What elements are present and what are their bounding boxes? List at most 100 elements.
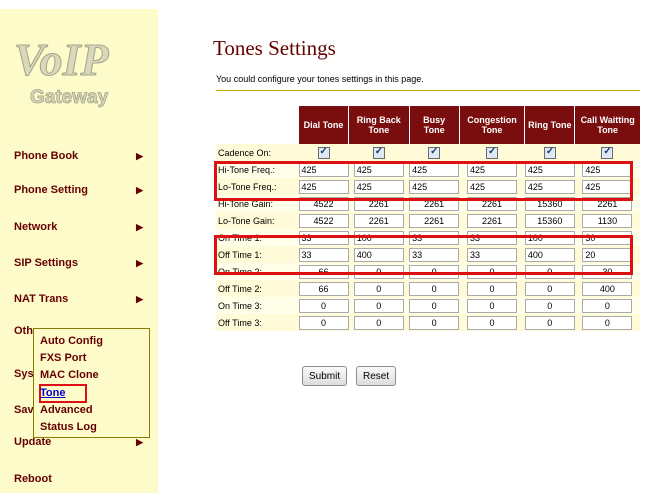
tone-value-input[interactable]: 425 xyxy=(298,162,349,177)
table-cell: 33 xyxy=(459,246,525,263)
row-label: On Time 2: xyxy=(216,263,299,280)
tone-value-input[interactable]: 425 xyxy=(524,179,575,194)
tone-value-input[interactable]: 0 xyxy=(409,298,460,313)
tone-value-input[interactable]: 4522 xyxy=(298,196,349,211)
tone-value-input[interactable]: 4522 xyxy=(298,213,349,228)
nav-label: Sav xyxy=(14,404,34,416)
page-title: Tones Settings xyxy=(213,36,336,60)
tone-value-input[interactable]: 2261 xyxy=(582,196,633,211)
tone-value-input[interactable]: 0 xyxy=(524,315,575,330)
table-cell: 0 xyxy=(348,297,410,314)
tone-value-input[interactable]: 0 xyxy=(409,315,460,330)
row-label: Lo-Tone Freq.: xyxy=(216,178,299,195)
tone-value-input[interactable]: 0 xyxy=(467,281,518,296)
nav-nat-trans[interactable]: NAT Trans ▶ xyxy=(14,290,154,310)
chevron-right-icon: ▶ xyxy=(136,294,143,304)
tone-value-input[interactable]: 400 xyxy=(353,247,404,262)
tone-value-input[interactable]: 400 xyxy=(582,281,633,296)
table-cell: 4522 xyxy=(298,195,349,212)
tone-value-input[interactable]: 33 xyxy=(298,247,349,262)
nav-network[interactable]: Network ▶ xyxy=(14,218,154,238)
tone-value-input[interactable]: 0 xyxy=(353,281,404,296)
table-cell: 425 xyxy=(524,178,575,195)
submit-button[interactable]: Submit xyxy=(302,366,348,386)
nav-phone-book[interactable]: Phone Book ▶ xyxy=(14,147,154,167)
nav-label: Phone Book xyxy=(14,150,79,162)
tone-value-input[interactable]: 425 xyxy=(467,179,518,194)
tone-value-input[interactable]: 425 xyxy=(582,162,633,177)
tone-value-input[interactable]: 0 xyxy=(298,298,349,313)
tone-value-input[interactable]: 33 xyxy=(467,247,518,262)
table-cell: 425 xyxy=(348,161,410,178)
tone-value-input[interactable]: 425 xyxy=(353,162,404,177)
tone-value-input[interactable]: 2261 xyxy=(409,196,460,211)
table-cell: 0 xyxy=(348,280,410,297)
tone-value-input[interactable]: 33 xyxy=(298,230,349,245)
tone-value-input[interactable]: 0 xyxy=(524,264,575,279)
col-header-ring-tone: Ring Tone xyxy=(524,106,575,144)
table-body: Cadence On: Hi-Tone Freq.:42542542542542… xyxy=(216,144,640,331)
tone-value-input[interactable]: 20 xyxy=(582,247,633,262)
tone-value-input[interactable]: 0 xyxy=(582,315,633,330)
table-row: Hi-Tone Gain: 4522 2261 2261 2261 15360 2261 xyxy=(216,195,640,212)
nav-reboot[interactable]: Reboot xyxy=(14,470,154,490)
cadence-checkbox[interactable] xyxy=(601,146,614,159)
table-cell: 0 xyxy=(524,314,575,331)
tone-value-input[interactable]: 425 xyxy=(409,179,460,194)
tone-value-input[interactable]: 2261 xyxy=(353,213,404,228)
tone-value-input[interactable]: 66 xyxy=(298,281,349,296)
tone-value-input[interactable]: 0 xyxy=(524,281,575,296)
tone-value-input[interactable]: 30 xyxy=(582,264,633,279)
row-label: Lo-Tone Gain: xyxy=(216,212,299,229)
tone-value-input[interactable]: 15360 xyxy=(524,196,575,211)
tone-value-input[interactable]: 0 xyxy=(353,264,404,279)
table-row: Off Time 1: 33 400 33 33 400 20 xyxy=(216,246,640,263)
tone-value-input[interactable]: 66 xyxy=(298,264,349,279)
tone-value-input[interactable]: 30 xyxy=(582,230,633,245)
row-label: Cadence On: xyxy=(216,144,299,161)
tone-value-input[interactable]: 2261 xyxy=(467,196,518,211)
tone-value-input[interactable]: 0 xyxy=(467,264,518,279)
table-row: Cadence On: xyxy=(216,144,640,161)
nav-phone-setting[interactable]: Phone Setting ▶ xyxy=(14,181,154,201)
tone-value-input[interactable]: 33 xyxy=(467,230,518,245)
tone-value-input[interactable]: 425 xyxy=(582,179,633,194)
tone-value-input[interactable]: 0 xyxy=(409,281,460,296)
cadence-checkbox[interactable] xyxy=(428,146,441,159)
tone-value-input[interactable]: 0 xyxy=(467,298,518,313)
tone-value-input[interactable]: 425 xyxy=(353,179,404,194)
tone-value-input[interactable]: 33 xyxy=(409,247,460,262)
table-cell: 2261 xyxy=(574,195,640,212)
nav-sip-settings[interactable]: SIP Settings ▶ xyxy=(14,254,154,274)
tone-value-input[interactable]: 2261 xyxy=(409,213,460,228)
tone-value-input[interactable]: 2261 xyxy=(353,196,404,211)
tone-value-input[interactable]: 0 xyxy=(409,264,460,279)
cadence-checkbox[interactable] xyxy=(317,146,330,159)
reset-button[interactable]: Reset xyxy=(356,366,397,386)
submenu-label: FXS Port xyxy=(40,352,87,364)
tone-value-input[interactable]: 2261 xyxy=(467,213,518,228)
row-label: On Time 3: xyxy=(216,297,299,314)
tone-value-input[interactable]: 0 xyxy=(298,315,349,330)
tone-value-input[interactable]: 15360 xyxy=(524,213,575,228)
tone-value-input[interactable]: 425 xyxy=(524,162,575,177)
tone-value-input[interactable]: 33 xyxy=(409,230,460,245)
cadence-checkbox[interactable] xyxy=(372,146,385,159)
tone-value-input[interactable]: 0 xyxy=(582,298,633,313)
tone-value-input[interactable]: 400 xyxy=(524,247,575,262)
table-row: On Time 1: 33 100 33 33 100 30 xyxy=(216,229,640,246)
tone-value-input[interactable]: 425 xyxy=(409,162,460,177)
tone-value-input[interactable]: 0 xyxy=(524,298,575,313)
other-submenu: Auto Config FXS Port MAC Clone Tone Adva… xyxy=(33,328,150,438)
tone-value-input[interactable]: 0 xyxy=(467,315,518,330)
tone-value-input[interactable]: 0 xyxy=(353,315,404,330)
tone-value-input[interactable]: 425 xyxy=(467,162,518,177)
tone-value-input[interactable]: 100 xyxy=(353,230,404,245)
tone-value-input[interactable]: 425 xyxy=(298,179,349,194)
cadence-checkbox[interactable] xyxy=(543,146,556,159)
cadence-checkbox[interactable] xyxy=(486,146,499,159)
tone-value-input[interactable]: 100 xyxy=(524,230,575,245)
table-row: Lo-Tone Gain: 4522 2261 2261 2261 15360 1130 xyxy=(216,212,640,229)
tone-value-input[interactable]: 0 xyxy=(353,298,404,313)
tone-value-input[interactable]: 1130 xyxy=(582,213,633,228)
